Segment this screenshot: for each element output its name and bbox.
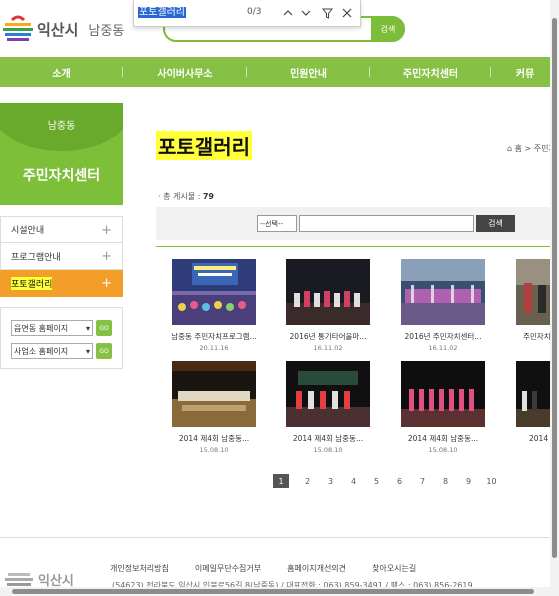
- gallery-date: 16.11.02: [428, 344, 458, 352]
- search-field-select[interactable]: --선택--: [257, 215, 297, 232]
- nav-item-intro[interactable]: 소개: [0, 57, 123, 87]
- page-link-6[interactable]: 6: [388, 474, 411, 488]
- page-link-7[interactable]: 7: [411, 474, 434, 488]
- logo-text: 익산시: [37, 20, 79, 39]
- footer-link-privacy[interactable]: 개인정보처리방침: [110, 563, 169, 574]
- plus-icon: +: [101, 249, 112, 264]
- gallery-thumbnail[interactable]: [401, 361, 485, 427]
- gallery-thumbnail[interactable]: [172, 361, 256, 427]
- page-link-10[interactable]: 10: [480, 474, 503, 488]
- breadcrumb: ⌂ 홈 > 주민자: [507, 144, 556, 153]
- iksan-logo-icon: [2, 14, 34, 44]
- board-search-input[interactable]: [299, 215, 474, 232]
- town-homepage-select[interactable]: 읍면동 홈페이지 ▾: [11, 320, 93, 336]
- horizontal-scrollbar[interactable]: [0, 587, 550, 596]
- page-link-8[interactable]: 8: [434, 474, 457, 488]
- gallery-date: 16.11.02: [313, 344, 343, 352]
- chevron-down-icon[interactable]: [298, 4, 314, 22]
- close-icon[interactable]: [339, 4, 355, 22]
- page-link-9[interactable]: 9: [457, 474, 480, 488]
- sidebar-item-facilities[interactable]: 시설안내 +: [0, 216, 123, 243]
- gallery-date: 15.08.10: [199, 446, 229, 454]
- gallery-thumbnail[interactable]: [286, 259, 370, 325]
- logo-subtitle: 남중동: [88, 23, 125, 39]
- footer-link-feedback[interactable]: 홈페이지개선의견: [287, 563, 346, 574]
- gallery-title[interactable]: 2016년 주민자치센터...: [388, 331, 498, 342]
- page-link-1[interactable]: 1: [273, 474, 289, 488]
- board-search-bar: --선택-- 검색: [156, 207, 559, 240]
- sidebar-item-photo-gallery[interactable]: 포토갤러리 +: [0, 270, 123, 297]
- gallery-item[interactable]: 남중동 주민자치프로그램... 20.11.16: [159, 259, 269, 352]
- sidebar-item-programs[interactable]: 프로그램안내 +: [0, 243, 123, 270]
- gallery-date: 15.08.10: [313, 446, 343, 454]
- office-homepage-select[interactable]: 사업소 홈페이지 ▾: [11, 343, 93, 359]
- gallery-date: 20.11.16: [199, 344, 229, 352]
- find-count: 0/3: [247, 7, 262, 17]
- page-link-4[interactable]: 4: [342, 474, 365, 488]
- sidebar-dong: 남중동: [47, 121, 76, 132]
- iksan-logo-icon: [5, 572, 33, 586]
- sidebar-menu: 시설안내 + 프로그램안내 + 포토갤러리 +: [0, 216, 123, 297]
- gallery-thumbnail[interactable]: [172, 259, 256, 325]
- town-go-button[interactable]: GO: [96, 320, 112, 336]
- gallery-title[interactable]: 2014 제4회 남중동...: [273, 433, 383, 444]
- page-title: 포토갤러리: [156, 131, 252, 160]
- gallery-item[interactable]: 2016년 통기타어울마... 16.11.02: [273, 259, 383, 352]
- plus-icon: +: [101, 276, 112, 291]
- home-icon[interactable]: ⌂: [507, 144, 512, 153]
- footer-link-directions[interactable]: 찾아오시는길: [372, 563, 416, 574]
- gallery-date: 15.08.10: [428, 446, 458, 454]
- board-search-button[interactable]: 검색: [476, 215, 515, 232]
- page: 익산시 남중동 검색 포토갤러리 0/3 소개 사이버사무소 민원안내 주민자치…: [0, 0, 559, 596]
- page-link-3[interactable]: 3: [319, 474, 342, 488]
- filter-icon[interactable]: [319, 4, 335, 22]
- pagination: 1 2 3 4 5 6 7 8 9 10: [273, 474, 503, 488]
- vertical-scrollbar[interactable]: [550, 0, 559, 596]
- gallery-item[interactable]: 2014 제4회 남중동... 15.08.10: [273, 361, 383, 454]
- page-link-2[interactable]: 2: [296, 474, 319, 488]
- vertical-scroll-thumb[interactable]: [552, 18, 557, 558]
- chevron-up-icon[interactable]: [280, 4, 296, 22]
- site-logo[interactable]: 익산시 남중동: [2, 14, 124, 44]
- nav-item-cyber-office[interactable]: 사이버사무소: [123, 57, 247, 87]
- horizontal-scroll-thumb[interactable]: [12, 589, 534, 594]
- chevron-down-icon: ▾: [85, 346, 90, 356]
- site-search-button[interactable]: 검색: [371, 16, 405, 42]
- gallery-thumbnail[interactable]: [286, 361, 370, 427]
- nav-item-community-center[interactable]: 주민자치센터: [370, 57, 491, 87]
- chevron-down-icon: ▾: [85, 323, 90, 333]
- site-select-box: 읍면동 홈페이지 ▾ GO 사업소 홈페이지 ▾ GO: [0, 307, 123, 369]
- gallery-thumbnail[interactable]: [401, 259, 485, 325]
- gallery-item[interactable]: 2014 제4회 남중동... 15.08.10: [159, 361, 269, 454]
- plus-icon: +: [101, 223, 112, 238]
- sidebar-header: 남중동 주민자치센터: [0, 103, 123, 205]
- footer-link-email-refusal[interactable]: 이메일무단수집거부: [195, 563, 261, 574]
- sidebar-title: 주민자치센터: [22, 168, 101, 184]
- gallery-title[interactable]: 2014 제4회 남중동...: [159, 433, 269, 444]
- main-nav: 소개 사이버사무소 민원안내 주민자치센터 커뮤: [0, 57, 559, 87]
- post-count: · 총 게시물 : 79: [158, 192, 214, 201]
- gallery-title[interactable]: 남중동 주민자치프로그램...: [159, 331, 269, 342]
- nav-item-civil-service[interactable]: 민원안내: [247, 57, 370, 87]
- office-go-button[interactable]: GO: [96, 343, 112, 359]
- find-query: 포토갤러리: [138, 7, 186, 18]
- gallery-title[interactable]: 2016년 통기타어울마...: [273, 331, 383, 342]
- gallery-title[interactable]: 2014 제4회 남중동...: [388, 433, 498, 444]
- gallery-item[interactable]: 2016년 주민자치센터... 16.11.02: [388, 259, 498, 352]
- nav-item-community[interactable]: 커뮤: [491, 57, 559, 87]
- footer-links: 개인정보처리방침 이메일무단수집거부 홈페이지개선의견 찾아오시는길: [110, 563, 442, 574]
- gallery-item[interactable]: 2014 제4회 남중동... 15.08.10: [388, 361, 498, 454]
- find-bar: 포토갤러리 0/3: [133, 0, 361, 27]
- page-link-5[interactable]: 5: [365, 474, 388, 488]
